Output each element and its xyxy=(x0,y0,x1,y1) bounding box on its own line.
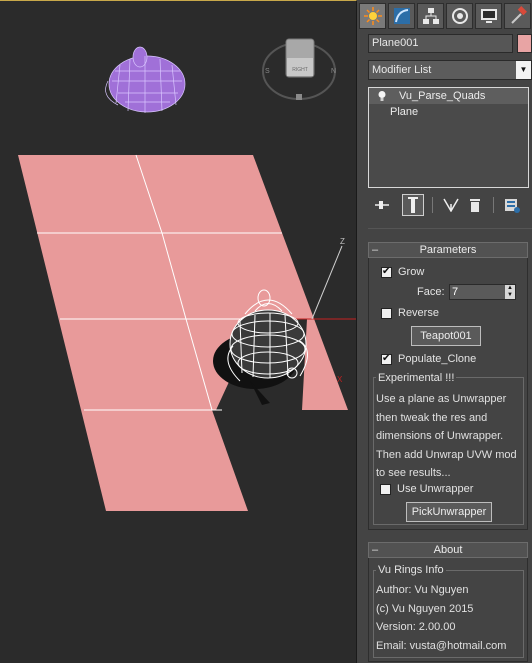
populate-clone-label: Populate_Clone xyxy=(398,353,477,365)
stack-item-plane[interactable]: Plane xyxy=(369,104,528,120)
teapot-pick-button[interactable]: Teapot001 xyxy=(411,326,481,346)
trash-icon xyxy=(470,199,480,212)
display-tab[interactable] xyxy=(475,3,502,29)
face-label: Face: xyxy=(417,286,445,298)
hierarchy-icon xyxy=(422,8,439,24)
reverse-label: Reverse xyxy=(398,307,439,319)
about-rollout-header[interactable]: – About xyxy=(368,542,528,558)
collapse-icon: – xyxy=(372,244,379,256)
lightbulb-icon[interactable] xyxy=(377,90,387,102)
z-axis-line xyxy=(311,245,343,320)
sun-icon xyxy=(363,7,382,25)
x-axis-label: X xyxy=(337,375,343,384)
command-panel: Plane001 Modifier List ▼ Vu_Parse_Quads … xyxy=(359,0,532,663)
parameters-rollout-header[interactable]: – Parameters xyxy=(368,242,528,258)
z-axis-label: Z xyxy=(340,237,345,246)
perspective-viewport[interactable]: Z X RIGHT S N xyxy=(0,0,357,663)
stack-toolbar xyxy=(368,194,532,216)
about-group-title: Vu Rings Info xyxy=(376,564,446,576)
modify-tab[interactable] xyxy=(388,3,415,29)
stack-item-vu-parse-quads[interactable]: Vu_Parse_Quads xyxy=(369,88,528,104)
config-icon xyxy=(505,199,520,213)
motion-icon xyxy=(451,8,468,24)
viewcube[interactable]: RIGHT S N xyxy=(262,38,336,100)
display-icon xyxy=(480,9,497,23)
use-unwrapper-checkbox[interactable] xyxy=(380,484,391,495)
make-unique-button[interactable] xyxy=(440,194,462,216)
description-line: then tweak the res and xyxy=(376,411,488,424)
chevron-down-icon[interactable]: ▼ xyxy=(516,61,531,79)
end-result-icon xyxy=(408,197,418,213)
pin-icon xyxy=(375,201,389,209)
motion-tab[interactable] xyxy=(446,3,473,29)
about-rollout: Vu Rings Info Author: Vu Nguyen (c) Vu N… xyxy=(368,558,528,662)
experimental-group: Experimental !!! Use a plane as Unwrappe… xyxy=(373,372,524,525)
object-color-swatch[interactable] xyxy=(517,34,532,53)
remove-modifier-button[interactable] xyxy=(464,194,486,216)
collapse-icon: – xyxy=(372,544,379,556)
about-title: About xyxy=(433,544,463,556)
modifier-list-label: Modifier List xyxy=(372,64,432,76)
hammer-icon xyxy=(510,6,527,24)
teapot-selected[interactable] xyxy=(105,46,186,113)
description-line: dimensions of Unwrapper. xyxy=(376,430,504,442)
svg-text:RIGHT: RIGHT xyxy=(292,67,308,73)
create-tab[interactable] xyxy=(359,3,386,29)
experimental-title: Experimental !!! xyxy=(376,372,457,384)
configure-modifier-sets-button[interactable] xyxy=(501,194,523,216)
description-line: Then add Unwrap UVW mod xyxy=(376,448,517,461)
make-unique-icon xyxy=(443,198,459,212)
compass-south: S xyxy=(265,68,270,75)
populate-clone-checkbox[interactable] xyxy=(381,353,392,365)
reverse-checkbox[interactable] xyxy=(381,308,392,319)
copyright-text: (c) Vu Nguyen 2015 xyxy=(376,602,474,615)
about-info-group: Vu Rings Info Author: Vu Nguyen (c) Vu N… xyxy=(373,564,524,658)
use-unwrapper-label: Use Unwrapper xyxy=(397,483,474,495)
utilities-tab[interactable] xyxy=(504,3,531,29)
about-details: Author: Vu Nguyen (c) Vu Nguyen 2015 Ver… xyxy=(376,581,506,655)
description-line: to see results... xyxy=(376,467,451,479)
parameters-title: Parameters xyxy=(419,244,477,256)
object-name-field[interactable]: Plane001 xyxy=(368,34,513,53)
spinner-arrows-icon[interactable]: ▲ ▼ xyxy=(505,285,515,299)
stack-item-label: Plane xyxy=(390,106,419,118)
face-spinner[interactable]: 7 ▲ ▼ xyxy=(449,284,516,300)
face-value: 7 xyxy=(452,286,459,298)
show-end-result-button[interactable] xyxy=(402,194,424,216)
parameters-rollout: Grow Face: 7 ▲▼ Reverse Teapot001 Popula… xyxy=(368,258,528,530)
experimental-description: Use a plane as Unwrapper then tweak the … xyxy=(376,390,517,483)
compass-north: N xyxy=(331,68,336,75)
grow-checkbox[interactable] xyxy=(381,266,392,278)
pick-unwrapper-button[interactable]: PickUnwrapper xyxy=(406,502,492,522)
modify-icon xyxy=(393,8,410,24)
version-text: Version: 2.00.00 xyxy=(376,621,456,633)
pin-stack-button[interactable] xyxy=(371,194,393,216)
command-tabs xyxy=(359,3,532,29)
stack-item-label: Vu_Parse_Quads xyxy=(399,90,486,102)
modifier-stack[interactable]: Vu_Parse_Quads Plane xyxy=(368,87,529,188)
hierarchy-tab[interactable] xyxy=(417,3,444,29)
author-text: Author: Vu Nguyen xyxy=(376,584,469,596)
modifier-list-dropdown[interactable]: Modifier List ▼ xyxy=(368,60,532,80)
description-line: Use a plane as Unwrapper xyxy=(376,393,507,405)
grow-label: Grow xyxy=(398,266,425,278)
email-text: Email: vusta@hotmail.com xyxy=(376,639,507,652)
